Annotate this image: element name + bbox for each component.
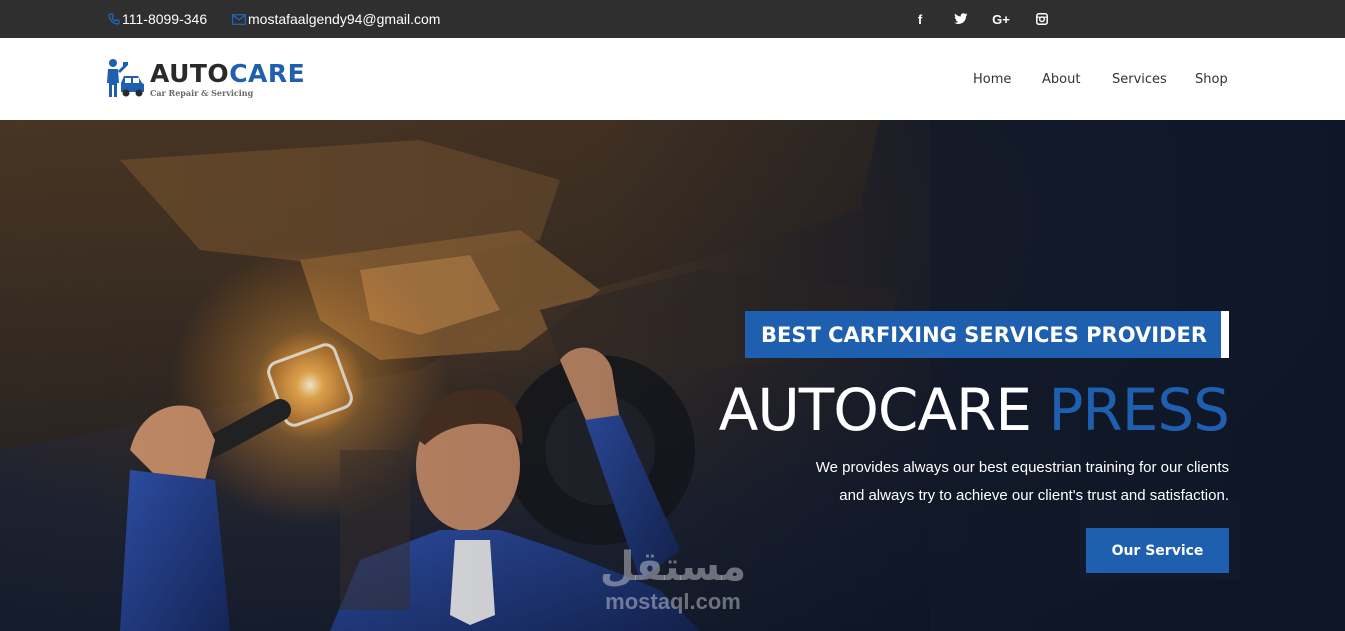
nav-shop[interactable]: Shop xyxy=(1195,38,1228,120)
watermark-latin: mostaql.com xyxy=(605,589,741,614)
nav-services[interactable]: Services xyxy=(1112,38,1167,120)
our-service-button[interactable]: Our Service xyxy=(1086,528,1229,573)
logo-auto-text: AUTO xyxy=(150,59,230,88)
top-bar: 111-8099-346 mostafaalgendy94@gmail.com … xyxy=(0,0,1345,38)
twitter-icon[interactable] xyxy=(952,0,970,38)
hero-headline: AUTOCARE PRESS xyxy=(718,368,1230,452)
headline-blue-text: PRESS xyxy=(1048,376,1230,444)
description-line-1: We provides always our best equestrian t… xyxy=(815,459,1229,476)
email-contact[interactable]: mostafaalgendy94@gmail.com xyxy=(232,0,440,38)
headline-white-text: AUTOCARE xyxy=(718,376,1032,444)
mechanic-car-logo-icon xyxy=(107,59,144,97)
hero-banner: BEST CARFIXING SERVICES PROVIDER AUTOCAR… xyxy=(0,120,1345,631)
logo-wordmark: AUTOCARE xyxy=(150,60,305,88)
phone-contact[interactable]: 111-8099-346 xyxy=(108,0,207,38)
watermark: مستقل mostaql.com xyxy=(588,545,758,615)
envelope-icon xyxy=(232,13,246,25)
logo-tagline: Car Repair & Servicing xyxy=(150,88,254,98)
phone-number: 111-8099-346 xyxy=(122,11,208,27)
hero-badge: BEST CARFIXING SERVICES PROVIDER xyxy=(745,311,1229,358)
nav-about[interactable]: About xyxy=(1042,38,1080,120)
site-header: AUTOCARE Car Repair & Servicing Home Abo… xyxy=(0,38,1345,120)
logo-care-text: CARE xyxy=(229,59,306,88)
watermark-arabic: مستقل xyxy=(599,544,747,590)
site-logo[interactable]: AUTOCARE Car Repair & Servicing xyxy=(104,56,314,102)
instagram-icon[interactable] xyxy=(1034,0,1050,38)
google-plus-icon[interactable]: G+ xyxy=(990,0,1012,38)
nav-home[interactable]: Home xyxy=(973,38,1011,120)
email-address: mostafaalgendy94@gmail.com xyxy=(248,11,441,27)
facebook-icon[interactable]: f xyxy=(912,0,928,38)
hero-description: We provides always our best equestrian t… xyxy=(669,454,1229,510)
description-line-2: and always try to achieve our client's t… xyxy=(839,487,1229,504)
phone-icon xyxy=(108,13,120,25)
